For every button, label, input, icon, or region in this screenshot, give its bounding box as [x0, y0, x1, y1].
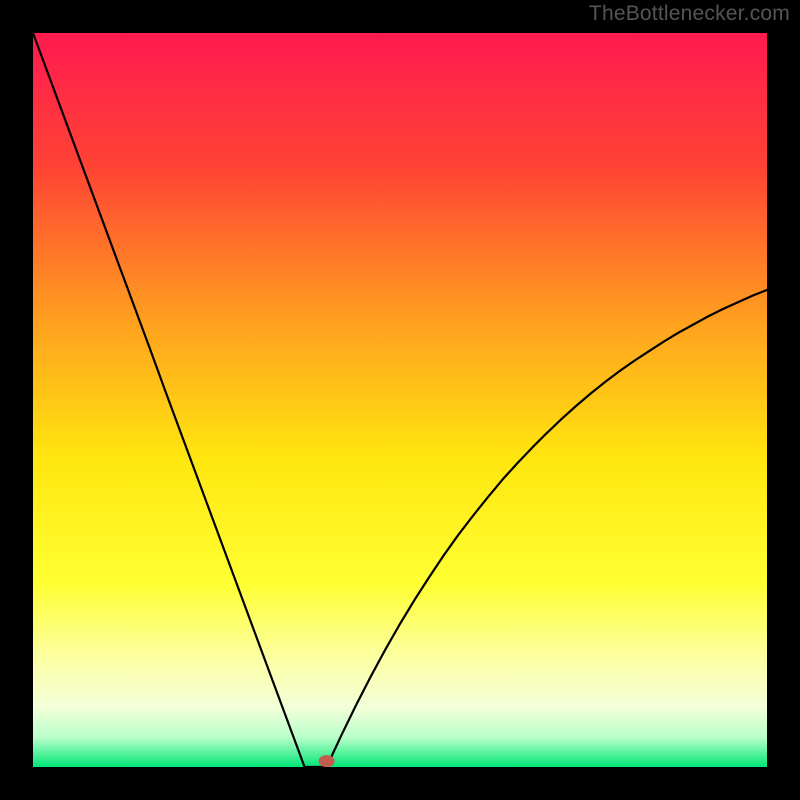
- chart-frame: TheBottlenecker.com: [0, 0, 800, 800]
- chart-plot-area: [33, 33, 767, 767]
- gradient-background: [33, 33, 767, 767]
- watermark-text: TheBottlenecker.com: [589, 2, 790, 26]
- chart-svg: [33, 33, 767, 767]
- optimal-point-marker: [319, 755, 335, 767]
